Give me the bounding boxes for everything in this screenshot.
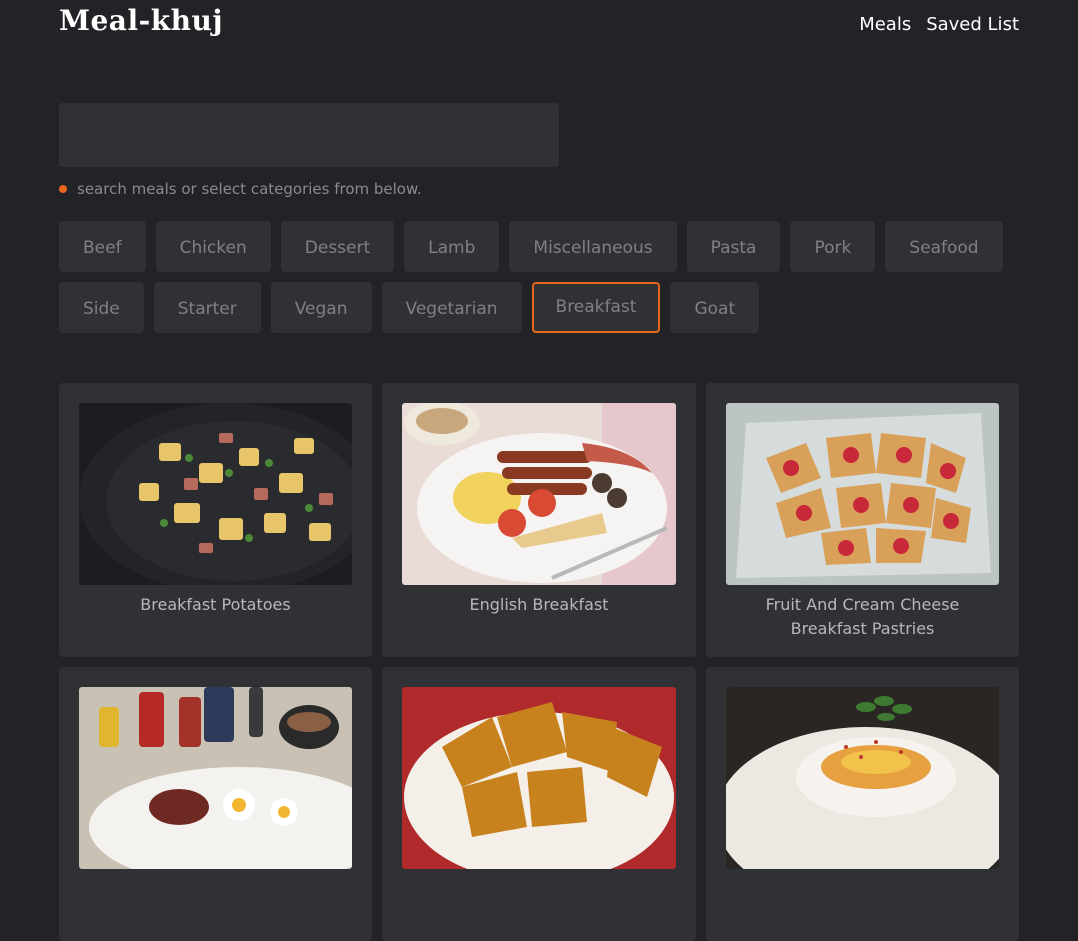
meal-name: Fruit And Cream Cheese Breakfast Pastrie… [765,595,960,638]
meal-name: Breakfast Potatoes [140,595,291,614]
category-pasta[interactable]: Pasta [686,221,781,272]
header: Meal-khuj Meals Saved List [59,0,1019,50]
meal-card[interactable]: Breakfast Potatoes [59,383,372,657]
meal-card[interactable] [706,667,1019,941]
category-side[interactable]: Side [59,282,144,333]
category-vegan[interactable]: Vegan [270,282,372,333]
category-seafood[interactable]: Seafood [885,221,1003,272]
meal-grid: Breakfast Potatoes English Breakfast Fru… [59,383,1019,941]
category-dessert[interactable]: Dessert [280,221,395,272]
category-beef[interactable]: Beef [59,221,146,272]
meal-card[interactable] [382,667,696,941]
category-goat[interactable]: Goat [670,282,760,333]
category-pork[interactable]: Pork [790,221,876,272]
hint-text: search meals or select categories from b… [77,180,422,198]
category-row: Beef Chicken Dessert Lamb Miscellaneous … [59,221,1019,272]
meal-image-4 [79,687,352,869]
category-chicken[interactable]: Chicken [155,221,271,272]
category-breakfast[interactable]: Breakfast [531,282,661,333]
meal-image-breakfast-potatoes [79,403,352,585]
main-nav: Meals Saved List [859,14,1019,35]
meal-card[interactable]: Fruit And Cream Cheese Breakfast Pastrie… [706,383,1019,657]
nav-saved-list-link[interactable]: Saved List [926,14,1019,35]
category-miscellaneous[interactable]: Miscellaneous [509,221,677,272]
category-vegetarian[interactable]: Vegetarian [381,282,522,333]
category-list: Beef Chicken Dessert Lamb Miscellaneous … [59,221,1019,343]
meal-image-fruit-and-cream-cheese-breakfast-pastries [726,403,999,585]
meal-image-5 [402,687,676,869]
meal-card[interactable] [59,667,372,941]
category-row: Side Starter Vegan Vegetarian Breakfast … [59,282,1019,333]
category-starter[interactable]: Starter [153,282,261,333]
search-hint: search meals or select categories from b… [59,180,422,198]
search-input[interactable] [59,103,559,167]
meal-image-6 [726,687,999,869]
meal-card[interactable]: English Breakfast [382,383,696,657]
category-lamb[interactable]: Lamb [404,221,500,272]
hint-dot-icon [59,185,67,193]
meal-image-english-breakfast [402,403,676,585]
nav-meals-link[interactable]: Meals [859,14,911,35]
app-logo[interactable]: Meal-khuj [59,4,223,37]
meal-name: English Breakfast [469,595,609,614]
